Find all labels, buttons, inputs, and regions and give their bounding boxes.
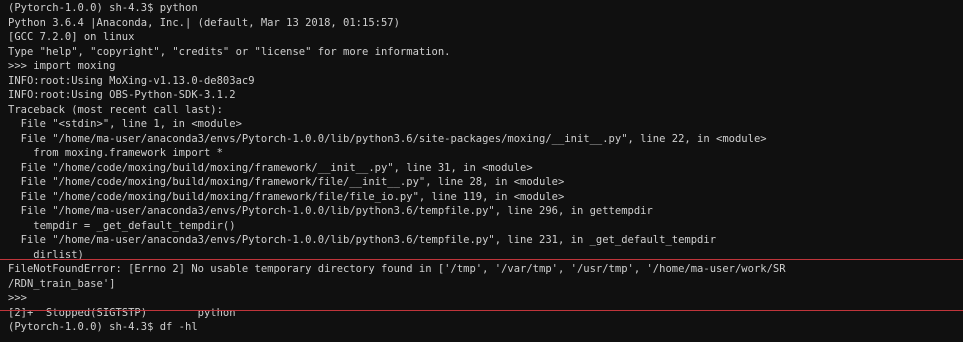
terminal-line: File "/home/code/moxing/build/moxing/fra… xyxy=(8,176,565,188)
terminal-line: [GCC 7.2.0] on linux xyxy=(8,31,135,43)
terminal-line: tempdir = _get_default_tempdir() xyxy=(8,219,236,232)
terminal-line: Type "help", "copyright", "credits" or "… xyxy=(8,45,451,58)
terminal-line: File "/home/code/moxing/build/moxing/fra… xyxy=(8,190,565,203)
terminal-line: Python 3.6.4 |Anaconda, Inc.| (default, … xyxy=(8,16,400,29)
prompt-line: >>> xyxy=(8,292,27,304)
terminal-line: INFO:root:Using OBS-Python-SDK-3.1.2 xyxy=(8,89,236,101)
terminal-line: INFO:root:Using MoXing-v1.13.0-de803ac9 xyxy=(8,74,255,87)
terminal-line: >>> import moxing xyxy=(8,60,116,72)
error-line: /RDN_train_base'] xyxy=(8,277,116,290)
terminal-line: from moxing.framework import * xyxy=(8,147,223,159)
terminal-line: File "/home/code/moxing/build/moxing/fra… xyxy=(8,161,533,174)
job-status-line: [2]+ Stopped(SIGTSTP) python xyxy=(8,306,236,319)
terminal-line: File "<stdin>", line 1, in <module> xyxy=(8,118,242,130)
terminal-window[interactable]: (Pytorch-1.0.0) sh-4.3$ python Python 3.… xyxy=(0,0,963,342)
terminal-line: Traceback (most recent call last): xyxy=(8,103,223,116)
terminal-line: File "/home/ma-user/anaconda3/envs/Pytor… xyxy=(8,132,767,145)
terminal-line: (Pytorch-1.0.0) sh-4.3$ python xyxy=(8,2,198,14)
error-line: FileNotFoundError: [Errno 2] No usable t… xyxy=(8,263,786,275)
prompt-line: (Pytorch-1.0.0) sh-4.3$ df -hl xyxy=(8,321,198,333)
terminal-line: File "/home/ma-user/anaconda3/envs/Pytor… xyxy=(8,234,717,246)
terminal-line: dirlist) xyxy=(8,248,84,261)
terminal-line: File "/home/ma-user/anaconda3/envs/Pytor… xyxy=(8,205,653,217)
